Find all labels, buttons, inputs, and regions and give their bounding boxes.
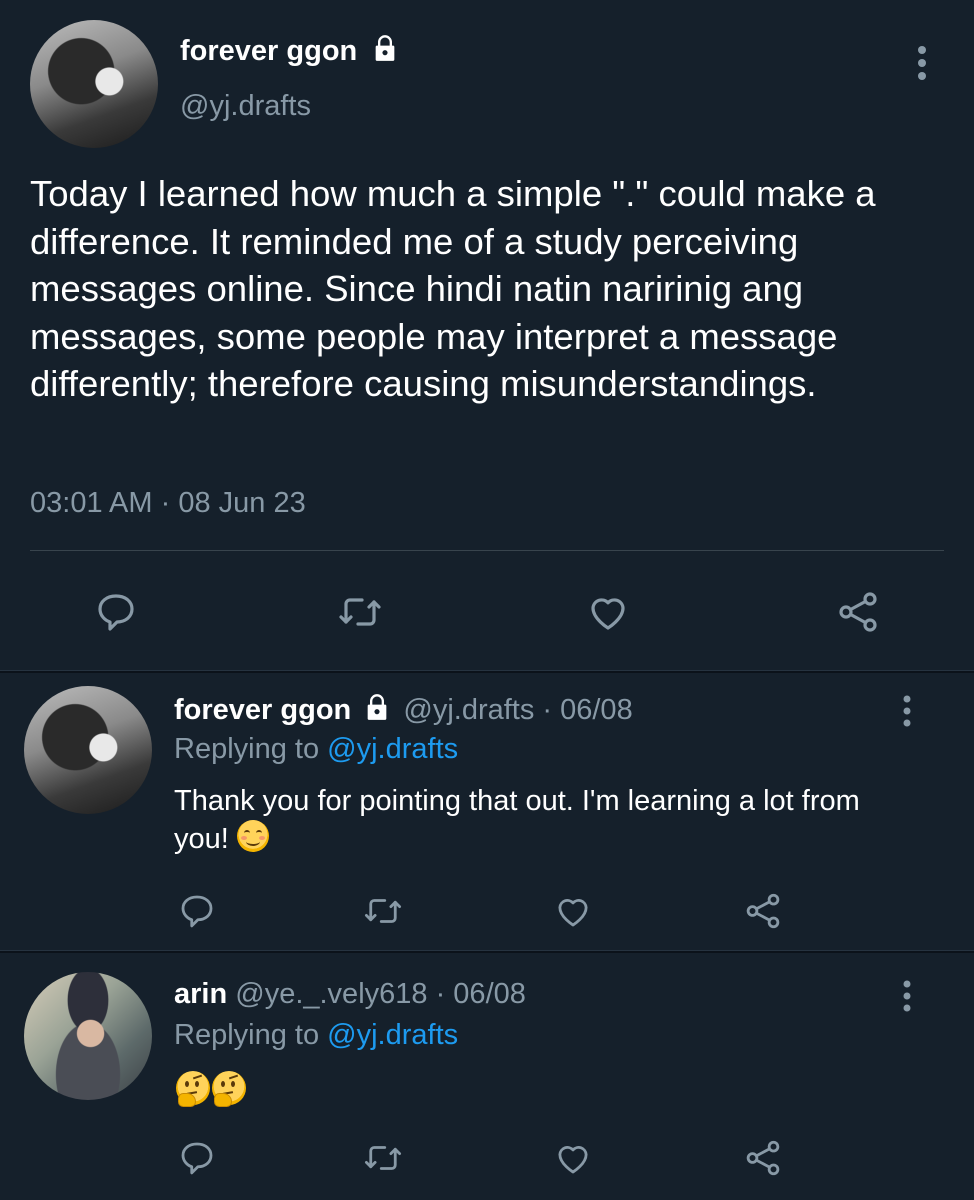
- smiling-face-emoji: [236, 820, 269, 852]
- reply-display-name[interactable]: forever ggon: [174, 694, 351, 726]
- reply-icon[interactable]: [176, 1137, 218, 1179]
- retweet-icon[interactable]: [362, 1137, 404, 1179]
- main-tweet-date: 08 Jun 23: [178, 487, 306, 519]
- thinking-face-emoji: [176, 1071, 210, 1107]
- like-icon[interactable]: [552, 890, 594, 932]
- replying-to-label: Replying to: [174, 1019, 320, 1051]
- timestamp-separator: ·: [160, 487, 171, 519]
- reply-icon[interactable]: [176, 890, 218, 932]
- reply-avatar[interactable]: [24, 686, 152, 814]
- reply-text: [176, 1071, 248, 1107]
- share-icon[interactable]: [742, 890, 784, 932]
- reply-display-name[interactable]: arin: [174, 978, 227, 1010]
- thread-divider: [0, 670, 974, 673]
- more-options-icon[interactable]: [895, 694, 919, 728]
- reply-text: Thank you for pointing that out. I'm lea…: [174, 782, 894, 858]
- lock-icon: [371, 34, 399, 62]
- reply-date: · 06/08: [542, 694, 633, 726]
- like-icon[interactable]: [584, 588, 632, 636]
- reply-handle[interactable]: @ye._.vely618: [235, 978, 427, 1010]
- retweet-icon[interactable]: [336, 588, 384, 636]
- like-icon[interactable]: [552, 1137, 594, 1179]
- more-options-icon[interactable]: [910, 44, 934, 82]
- main-tweet-handle[interactable]: @yj.drafts: [180, 90, 311, 123]
- share-icon[interactable]: [834, 588, 882, 636]
- reply-avatar[interactable]: [24, 972, 152, 1100]
- main-tweet-display-name[interactable]: forever ggon: [180, 34, 399, 68]
- retweet-icon[interactable]: [362, 890, 404, 932]
- reply-header: arin @ye._.vely618 · 06/08: [174, 978, 526, 1011]
- thread-divider: [0, 950, 974, 953]
- more-options-icon[interactable]: [895, 979, 919, 1013]
- reply-handle[interactable]: @yj.drafts: [403, 694, 534, 726]
- reply-icon[interactable]: [92, 588, 140, 636]
- reply-replying-to: Replying to @yj.drafts: [174, 1019, 458, 1052]
- replying-to-link[interactable]: @yj.drafts: [327, 1019, 458, 1051]
- lock-icon: [363, 693, 391, 721]
- share-icon[interactable]: [742, 1137, 784, 1179]
- main-tweet-time: 03:01 AM: [30, 487, 153, 519]
- main-tweet-text: Today I learned how much a simple "." co…: [30, 173, 876, 405]
- thinking-face-emoji: [212, 1071, 246, 1107]
- reply-text-content: Thank you for pointing that out. I'm lea…: [174, 785, 860, 855]
- main-tweet-avatar[interactable]: [30, 20, 158, 148]
- reply-date: · 06/08: [435, 978, 526, 1010]
- reply-replying-to: Replying to @yj.drafts: [174, 733, 458, 766]
- replying-to-label: Replying to: [174, 733, 320, 765]
- reply-header: forever ggon @yj.drafts · 06/08: [174, 693, 633, 727]
- main-tweet-stats-divider: [30, 550, 944, 551]
- main-tweet-timestamp: 03:01 AM · 08 Jun 23: [30, 487, 306, 520]
- replying-to-link[interactable]: @yj.drafts: [327, 733, 458, 765]
- main-tweet-display-name-text: forever ggon: [180, 35, 358, 67]
